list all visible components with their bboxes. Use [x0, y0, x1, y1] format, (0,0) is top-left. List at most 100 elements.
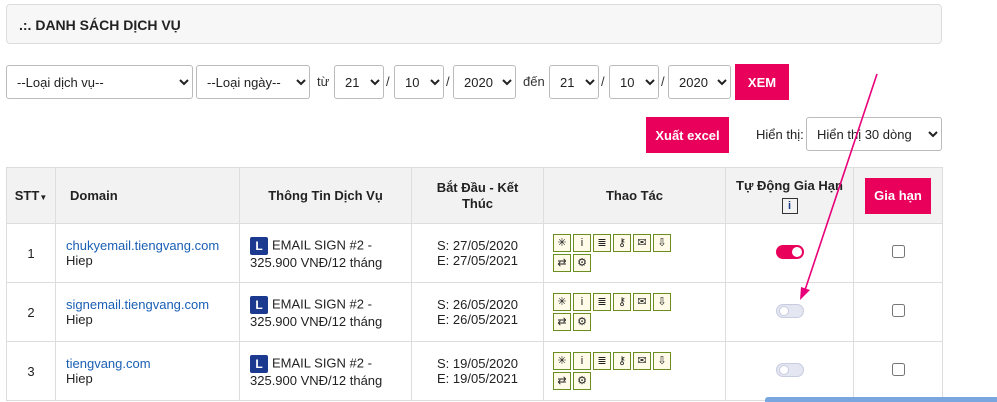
from-day-select[interactable]: 21 [334, 65, 384, 99]
clock-add-icon[interactable]: ✳ [553, 293, 571, 311]
table-row: 1 chukyemail.tiengvang.com Hiep L EMAIL S… [6, 223, 943, 283]
header-domain: Domain [55, 167, 240, 224]
to-year-select[interactable]: 2020 [668, 65, 731, 99]
key-icon[interactable]: ⚷ [613, 293, 631, 311]
license-icon: L [250, 236, 268, 255]
settings-icon[interactable]: ⚙ [573, 254, 591, 272]
auto-renew-cell [725, 223, 854, 283]
document-icon[interactable]: ≣ [593, 234, 611, 252]
to-label: đến [523, 74, 545, 89]
document-icon[interactable]: ≣ [593, 293, 611, 311]
transfer-icon[interactable]: ⇄ [553, 254, 571, 272]
auto-renew-toggle[interactable] [775, 244, 804, 259]
display-rows-select[interactable]: Hiển thị 30 dòng [806, 117, 942, 151]
key-icon[interactable]: ⚷ [613, 234, 631, 252]
download-icon[interactable]: ⇩ [653, 352, 671, 370]
date-type-select[interactable]: --Loại ngày-- [196, 65, 310, 99]
download-icon[interactable]: ⇩ [653, 234, 671, 252]
service-price: 325.900 VNĐ/12 tháng [250, 254, 383, 270]
header-actions: Thao Tác [543, 167, 726, 224]
domain-link[interactable]: signemail.tiengvang.com [66, 297, 239, 312]
to-day-select[interactable]: 21 [549, 65, 599, 99]
service-info-cell: L EMAIL SIGN #2 - 325.900 VNĐ/12 tháng [239, 223, 412, 283]
auto-renew-cell [725, 341, 854, 401]
domain-cell: signemail.tiengvang.com Hiep [55, 282, 240, 342]
header-renew: Gia hạn [853, 167, 943, 224]
table-header-row: STT▼ Domain Thông Tin Dịch Vụ Bắt Đầu - … [6, 167, 943, 224]
date-separator: / [446, 74, 450, 89]
sort-icon[interactable]: ▼ [39, 193, 47, 202]
service-price: 325.900 VNĐ/12 tháng [250, 372, 383, 388]
renew-cell [853, 341, 943, 401]
page-title: .:. DANH SÁCH DỊCH VỤ [19, 17, 181, 33]
email-icon[interactable]: ✉ [633, 352, 651, 370]
bottom-bar [765, 397, 997, 402]
clock-add-icon[interactable]: ✳ [553, 352, 571, 370]
page-header: .:. DANH SÁCH DỊCH VỤ [6, 4, 942, 44]
renew-checkbox[interactable] [891, 245, 905, 258]
auto-renew-toggle[interactable] [775, 362, 804, 377]
owner-name: Hiep [66, 312, 93, 327]
service-info-cell: L EMAIL SIGN #2 - 325.900 VNĐ/12 tháng [239, 341, 412, 401]
service-type-select[interactable]: --Loại dịch vụ-- [6, 65, 193, 99]
actions-cell: ✳ i ≣ ⚷ ✉ ⇩ ⇄ ⚙ [543, 341, 726, 401]
renew-checkbox[interactable] [891, 304, 905, 317]
key-icon[interactable]: ⚷ [613, 352, 631, 370]
display-label: Hiển thị: [756, 127, 804, 142]
from-label: từ [317, 74, 330, 89]
email-icon[interactable]: ✉ [633, 234, 651, 252]
service-name: EMAIL SIGN #2 - [272, 236, 372, 252]
from-year-select[interactable]: 2020 [453, 65, 516, 99]
end-date: E: 19/05/2021 [437, 371, 518, 386]
date-separator: / [661, 74, 665, 89]
row-stt: 2 [6, 282, 56, 342]
service-price: 325.900 VNĐ/12 tháng [250, 313, 383, 329]
settings-icon[interactable]: ⚙ [573, 313, 591, 331]
renew-checkbox[interactable] [891, 363, 905, 376]
owner-name: Hiep [66, 371, 93, 386]
toggle-knob [778, 305, 789, 316]
domain-link[interactable]: tiengvang.com [66, 356, 239, 371]
info-icon[interactable]: i [573, 352, 591, 370]
services-table: STT▼ Domain Thông Tin Dịch Vụ Bắt Đầu - … [6, 167, 943, 401]
renew-cell [853, 223, 943, 283]
info-icon[interactable]: i [573, 293, 591, 311]
email-icon[interactable]: ✉ [633, 293, 651, 311]
header-stt[interactable]: STT▼ [6, 167, 56, 224]
start-date: S: 19/05/2020 [437, 356, 518, 371]
toggle-knob [791, 246, 802, 257]
dates-cell: S: 19/05/2020 E: 19/05/2021 [411, 341, 544, 401]
owner-name: Hiep [66, 253, 93, 268]
auto-renew-toggle[interactable] [775, 303, 804, 318]
toggle-knob [778, 364, 789, 375]
transfer-icon[interactable]: ⇄ [553, 372, 571, 390]
download-icon[interactable]: ⇩ [653, 293, 671, 311]
table-row: 3 tiengvang.com Hiep L EMAIL SIGN #2 - 32… [6, 341, 943, 401]
from-month-select[interactable]: 10 [394, 65, 444, 99]
service-name: EMAIL SIGN #2 - [272, 295, 372, 311]
dates-cell: S: 27/05/2020 E: 27/05/2021 [411, 223, 544, 283]
actions-cell: ✳ i ≣ ⚷ ✉ ⇩ ⇄ ⚙ [543, 282, 726, 342]
license-icon: L [250, 354, 268, 373]
transfer-icon[interactable]: ⇄ [553, 313, 571, 331]
export-excel-button[interactable]: Xuất excel [646, 117, 729, 153]
dates-cell: S: 26/05/2020 E: 26/05/2021 [411, 282, 544, 342]
row-stt: 1 [6, 223, 56, 283]
domain-link[interactable]: chukyemail.tiengvang.com [66, 238, 239, 253]
settings-icon[interactable]: ⚙ [573, 372, 591, 390]
table-row: 2 signemail.tiengvang.com Hiep L EMAIL SI… [6, 282, 943, 342]
clock-add-icon[interactable]: ✳ [553, 234, 571, 252]
license-icon: L [250, 295, 268, 314]
header-service-info: Thông Tin Dịch Vụ [239, 167, 412, 224]
document-icon[interactable]: ≣ [593, 352, 611, 370]
start-date: S: 27/05/2020 [437, 238, 518, 253]
info-icon[interactable]: i [781, 197, 798, 214]
date-separator: / [601, 74, 605, 89]
auto-renew-label: Tự Động Gia Hạn [736, 177, 843, 193]
view-button[interactable]: XEM [735, 64, 789, 100]
to-month-select[interactable]: 10 [609, 65, 659, 99]
info-icon[interactable]: i [573, 234, 591, 252]
header-dates: Bắt Đầu - Kết Thúc [411, 167, 544, 224]
actions-cell: ✳ i ≣ ⚷ ✉ ⇩ ⇄ ⚙ [543, 223, 726, 283]
renew-button[interactable]: Gia hạn [865, 177, 931, 214]
